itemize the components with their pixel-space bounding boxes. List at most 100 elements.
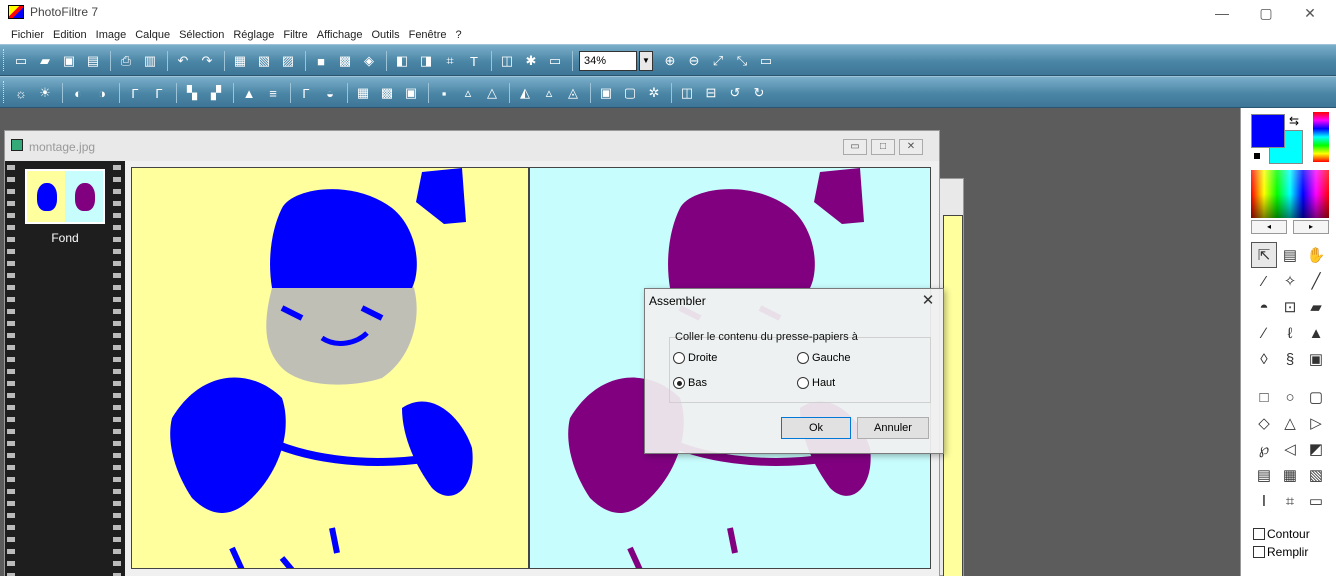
open-shape-icon[interactable]: ◩: [1303, 436, 1329, 462]
radio-droite[interactable]: Droite: [673, 352, 717, 364]
filter-icon[interactable]: ◈: [360, 52, 378, 70]
rectangle-icon[interactable]: □: [1251, 384, 1277, 410]
radio-gauche[interactable]: Gauche: [797, 352, 851, 364]
saturation-down-icon[interactable]: ▚: [183, 84, 201, 102]
flip-h-icon[interactable]: ◫: [678, 84, 696, 102]
layer-select-icon[interactable]: ▤: [1277, 242, 1303, 268]
menu-fichier[interactable]: Fichier: [11, 26, 44, 44]
brightness-down-icon[interactable]: ☼: [12, 84, 30, 102]
scan-icon[interactable]: ▥: [141, 52, 159, 70]
print-icon[interactable]: ⎙: [117, 52, 135, 70]
ratio-4-3-icon[interactable]: ▦: [1277, 462, 1303, 488]
document-maximize-button[interactable]: □: [871, 139, 895, 155]
color-spectrum[interactable]: [1251, 170, 1329, 218]
radio-bas[interactable]: Bas: [673, 377, 707, 389]
ok-button[interactable]: Ok: [781, 417, 851, 439]
spectrum-right-button[interactable]: ▸: [1293, 220, 1329, 234]
paste-icon[interactable]: ▦: [231, 52, 249, 70]
border-icon[interactable]: ▢: [621, 84, 639, 102]
menu-affichage[interactable]: Affichage: [317, 26, 363, 44]
spray-icon[interactable]: ⊡: [1277, 294, 1303, 320]
fit-icon[interactable]: ⤢: [709, 52, 727, 70]
checkbox-indicator[interactable]: [1253, 546, 1265, 558]
line-icon[interactable]: ╱: [1303, 268, 1329, 294]
undo-icon[interactable]: ↶: [174, 52, 192, 70]
fit-selection-icon[interactable]: ▤: [1251, 462, 1277, 488]
arrow-shape-icon[interactable]: ▷: [1303, 410, 1329, 436]
polygon-icon[interactable]: ◁: [1277, 436, 1303, 462]
radio-indicator-selected[interactable]: [673, 377, 685, 389]
menu-fenetre[interactable]: Fenêtre: [409, 26, 447, 44]
zoom-input[interactable]: 34%: [579, 51, 637, 71]
radio-indicator[interactable]: [673, 352, 685, 364]
format-icon[interactable]: ▭: [1303, 488, 1329, 514]
equalize-icon[interactable]: ≡: [264, 84, 282, 102]
radio-haut[interactable]: Haut: [797, 377, 835, 389]
menu-reglage[interactable]: Réglage: [233, 26, 274, 44]
menu-help[interactable]: ?: [456, 26, 462, 44]
smudge-icon[interactable]: ℓ: [1277, 320, 1303, 346]
select-all-icon[interactable]: ⌗: [1277, 488, 1303, 514]
contrast-down-icon[interactable]: ◐: [69, 84, 87, 102]
browse-icon[interactable]: ▤: [84, 52, 102, 70]
menu-edition[interactable]: Edition: [53, 26, 87, 44]
toolbar-grip[interactable]: [3, 49, 7, 71]
blur-drop-icon[interactable]: ◊: [1251, 346, 1277, 372]
soften-icon[interactable]: ▵: [459, 84, 477, 102]
grayscale-icon[interactable]: ▦: [354, 84, 372, 102]
auto-contrast-icon[interactable]: ◒: [321, 84, 339, 102]
maximize-button[interactable]: ▢: [1244, 2, 1288, 24]
palette-icon[interactable]: ▩: [336, 52, 354, 70]
pointer-icon[interactable]: ⇱: [1251, 242, 1277, 268]
contour-checkbox[interactable]: Contour: [1253, 527, 1310, 541]
document-minimize-button[interactable]: ▭: [843, 139, 867, 155]
contrast-up-icon[interactable]: ◑: [93, 84, 111, 102]
clone-icon[interactable]: ▣: [1303, 346, 1329, 372]
save-icon[interactable]: ▣: [60, 52, 78, 70]
menu-filtre[interactable]: Filtre: [283, 26, 307, 44]
saturation-up-icon[interactable]: ▞: [207, 84, 225, 102]
document-close-button[interactable]: ✕: [899, 139, 923, 155]
crop-icon[interactable]: ⌗: [441, 52, 459, 70]
hue-bar[interactable]: [1313, 112, 1329, 162]
gamma-up-icon[interactable]: Γ: [150, 84, 168, 102]
mask-icon[interactable]: ■: [312, 52, 330, 70]
magic-wand-icon[interactable]: ✧: [1277, 268, 1303, 294]
spectrum-left-button[interactable]: ◂: [1251, 220, 1287, 234]
rotate-left-icon[interactable]: ↺: [726, 84, 744, 102]
auto-gamma-icon[interactable]: Γ: [297, 84, 315, 102]
reset-colors-icon[interactable]: [1253, 152, 1261, 160]
minimize-button[interactable]: —: [1200, 2, 1244, 24]
redo-icon[interactable]: ↷: [198, 52, 216, 70]
image-size-icon[interactable]: ◧: [393, 52, 411, 70]
text-frame-icon[interactable]: Ⅰ: [1251, 488, 1277, 514]
gamma-down-icon[interactable]: Γ: [126, 84, 144, 102]
stamp-icon[interactable]: ▲: [1303, 320, 1329, 346]
brush-icon[interactable]: ∕: [1251, 320, 1277, 346]
open-icon[interactable]: ▰: [36, 52, 54, 70]
layer-icon[interactable]: ◫: [498, 52, 516, 70]
rounded-rect-icon[interactable]: ▢: [1303, 384, 1329, 410]
flip-v-icon[interactable]: ⊟: [702, 84, 720, 102]
effect-icon[interactable]: ✱: [522, 52, 540, 70]
blur-icon[interactable]: ▪: [435, 84, 453, 102]
negative-icon[interactable]: ▣: [402, 84, 420, 102]
zoom-out-icon[interactable]: ⊖: [685, 52, 703, 70]
cancel-button[interactable]: Annuler: [857, 417, 929, 439]
layer-thumbnail[interactable]: [25, 169, 105, 224]
eraser-icon[interactable]: ▰: [1303, 294, 1329, 320]
copy-icon[interactable]: ▨: [279, 52, 297, 70]
relief-icon[interactable]: ◬: [564, 84, 582, 102]
radio-indicator[interactable]: [797, 377, 809, 389]
fill-icon[interactable]: ◓: [1251, 294, 1277, 320]
paste-new-icon[interactable]: ▧: [255, 52, 273, 70]
fill-checkbox[interactable]: Remplir: [1253, 545, 1308, 559]
image-left-panel[interactable]: [131, 167, 529, 569]
toolbar-grip[interactable]: [3, 81, 7, 103]
text-icon[interactable]: T: [465, 52, 483, 70]
new-icon[interactable]: ▭: [12, 52, 30, 70]
texture-icon[interactable]: ✲: [645, 84, 663, 102]
dialog-close-button[interactable]: ✕: [917, 291, 939, 311]
swap-colors-icon[interactable]: ⇆: [1289, 114, 1299, 128]
rotate-right-icon[interactable]: ↻: [750, 84, 768, 102]
